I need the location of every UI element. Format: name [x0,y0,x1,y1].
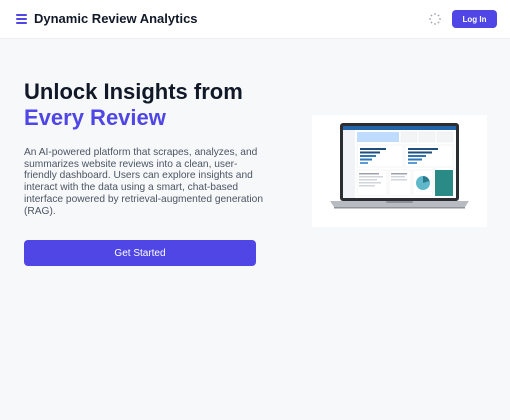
top-navbar: Dynamic Review Analytics Log In [0,0,510,39]
login-button[interactable]: Log In [452,10,497,28]
loading-spinner-icon [429,13,441,25]
hero-title-accent: Every Review [24,105,166,130]
hamburger-menu-icon[interactable] [16,14,27,24]
hero-description: An AI-powered platform that scrapes, ana… [24,147,263,217]
hero-title-line: Unlock Insights from [24,79,243,104]
get-started-button[interactable]: Get Started [24,240,256,266]
laptop-illustration [330,123,469,209]
laptop-dashboard-image [312,115,487,227]
brand-title: Dynamic Review Analytics [34,11,198,26]
hero-title: Unlock Insights from Every Review [24,79,294,131]
